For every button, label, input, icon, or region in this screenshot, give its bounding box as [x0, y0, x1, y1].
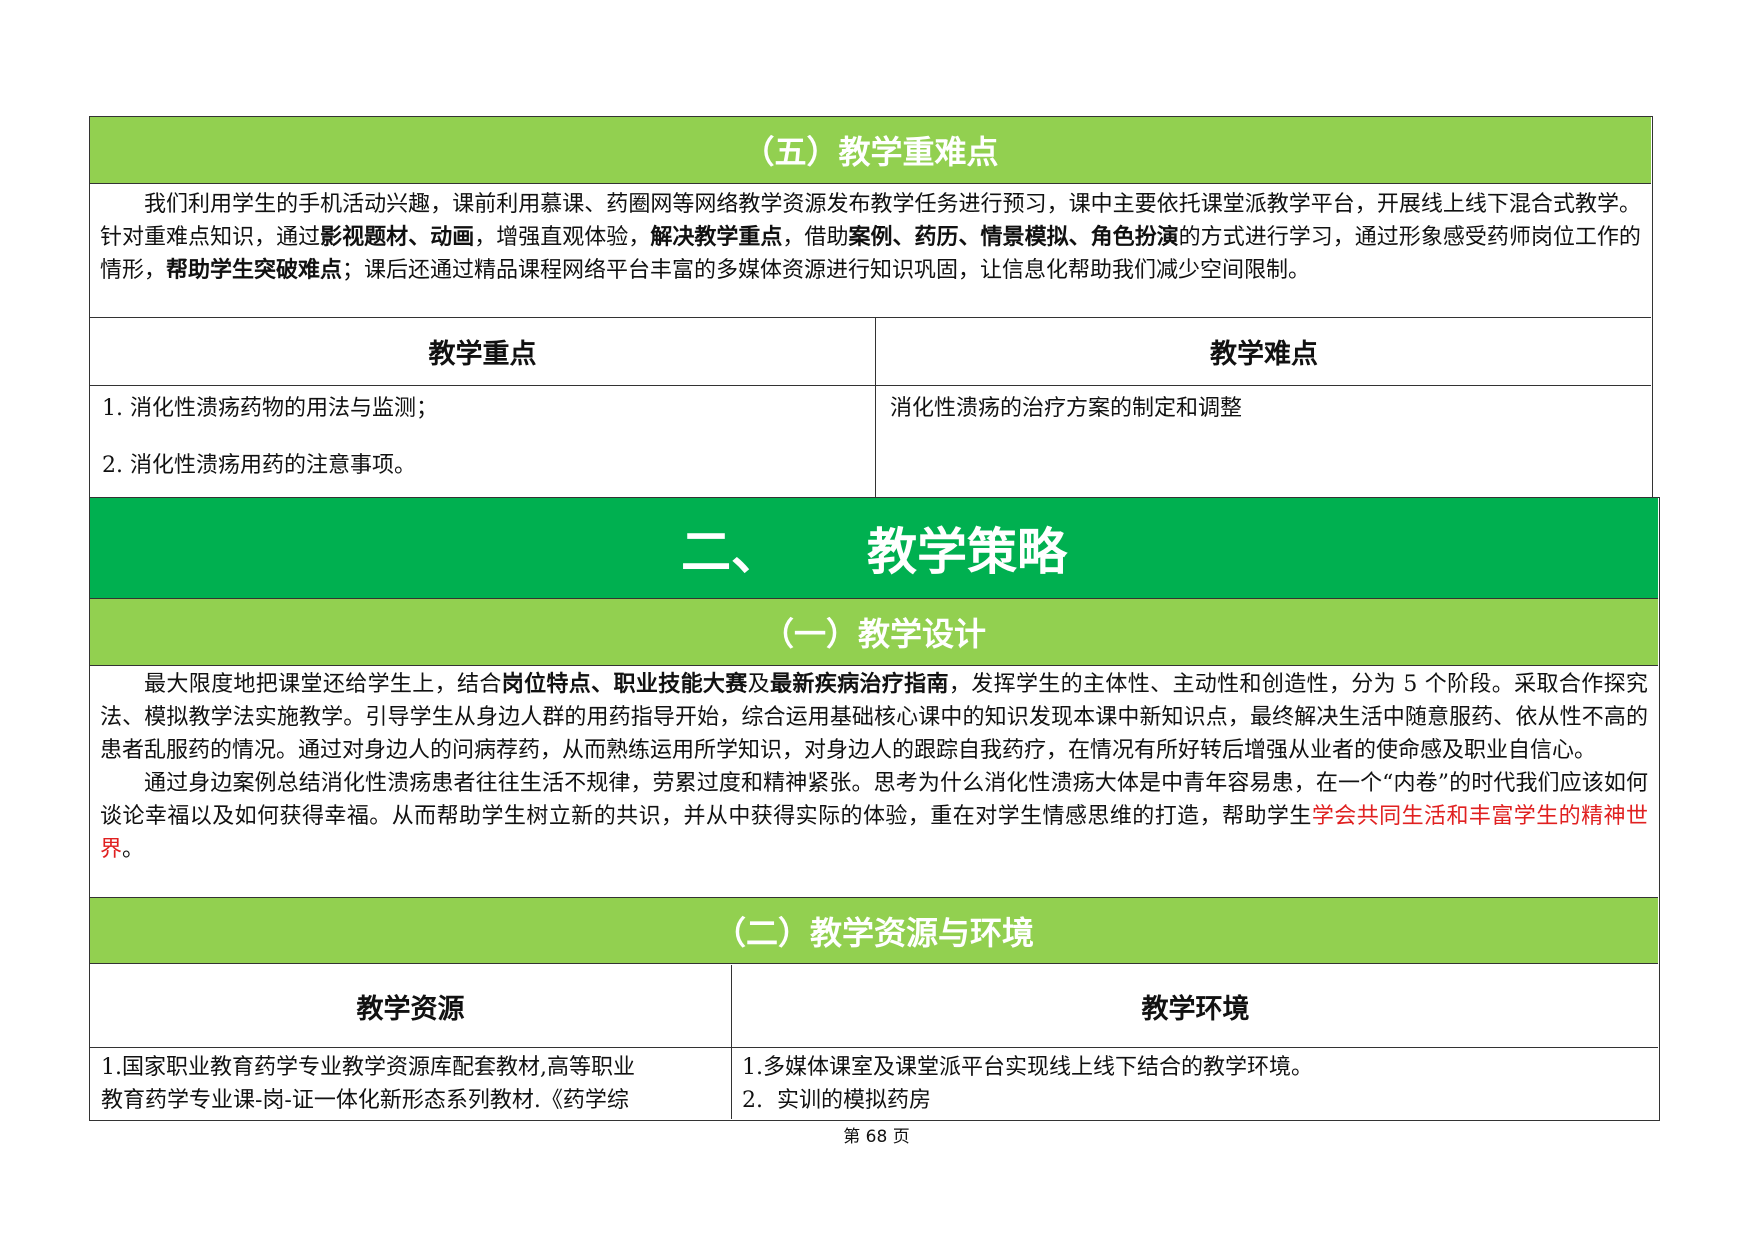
page-prefix: 第	[843, 1127, 861, 1147]
key-points-header: 教学重点	[428, 339, 537, 370]
design-text-run: 最大限度地把课堂还给学生上，结合	[144, 672, 502, 697]
chapter-number: 二、	[681, 523, 781, 581]
intro-text-run: 影视题材、动画	[320, 225, 475, 250]
intro-text-run: 解决教学重点	[650, 225, 783, 250]
difficulty-text: 消化性溃疡的治疗方案的制定和调整	[890, 396, 1243, 421]
resources-header: 教学资源	[356, 994, 465, 1025]
difficulty-header: 教学难点	[1210, 339, 1318, 370]
section1-title: （一）教学设计	[90, 599, 1658, 666]
divider	[90, 1047, 1658, 1048]
divider	[90, 385, 1651, 386]
resource-line: 1.国家职业教育药学专业教学资源库配套教材,高等职业	[101, 1055, 635, 1080]
intro-text-run: 案例、药历、情景模拟、角色扮演	[848, 225, 1179, 250]
design-text-run: 。	[122, 837, 145, 862]
key-points-table: （五）教学重难点 我们利用学生的手机活动兴趣，课前利用慕课、药圈网等网络教学资源…	[89, 116, 1653, 498]
page-number: 第 68 页	[0, 1122, 1753, 1147]
page-suffix: 页	[892, 1127, 910, 1147]
strategy-table: 二、 教学策略 （一）教学设计 最大限度地把课堂还给学生上，结合岗位特点、职业技…	[89, 497, 1660, 1121]
section2-title: （二）教学资源与环境	[90, 897, 1658, 964]
chapter-title: 二、 教学策略	[90, 498, 1658, 599]
design-text-run: 岗位特点、职业技能大赛	[501, 672, 748, 697]
environment-line: 2. 实训的模拟药房	[742, 1088, 931, 1113]
design-text-run: 及	[747, 672, 771, 697]
column-divider	[875, 317, 876, 497]
key-point-item: 1. 消化性溃疡药物的用法与监测；	[102, 396, 438, 421]
chapter-name: 教学策略	[867, 523, 1067, 581]
intro-text-run: ，增强直观体验，	[474, 225, 651, 250]
intro-text-run: ，借助	[782, 225, 849, 250]
page-number-value: 68	[865, 1127, 888, 1147]
key-point-item: 2. 消化性溃疡用药的注意事项。	[102, 453, 416, 478]
environment-line: 1.多媒体课室及课堂派平台实现线上线下结合的教学环境。	[742, 1055, 1313, 1080]
resource-line: 教育药学专业课-岗-证一体化新形态系列教材.《药学综	[101, 1088, 629, 1113]
intro-text-run: ；课后还通过精品课程网络平台丰富的多媒体资源进行知识巩固，让信息化帮助我们减少空…	[342, 258, 1311, 283]
section5-title: （五）教学重难点	[90, 117, 1651, 184]
design-paragraph-1: 最大限度地把课堂还给学生上，结合岗位特点、职业技能大赛及最新疾病治疗指南，发挥学…	[100, 668, 1648, 767]
environment-header: 教学环境	[1141, 994, 1250, 1025]
column-divider	[731, 965, 732, 1119]
section1-body: 最大限度地把课堂还给学生上，结合岗位特点、职业技能大赛及最新疾病治疗指南，发挥学…	[90, 668, 1658, 896]
intro-text-run: 帮助学生突破难点	[166, 258, 343, 283]
design-paragraph-2: 通过身边案例总结消化性溃疡患者往往生活不规律，劳累过度和精神紧张。思考为什么消化…	[100, 767, 1648, 866]
design-text-run: 最新疾病治疗指南	[770, 672, 949, 697]
